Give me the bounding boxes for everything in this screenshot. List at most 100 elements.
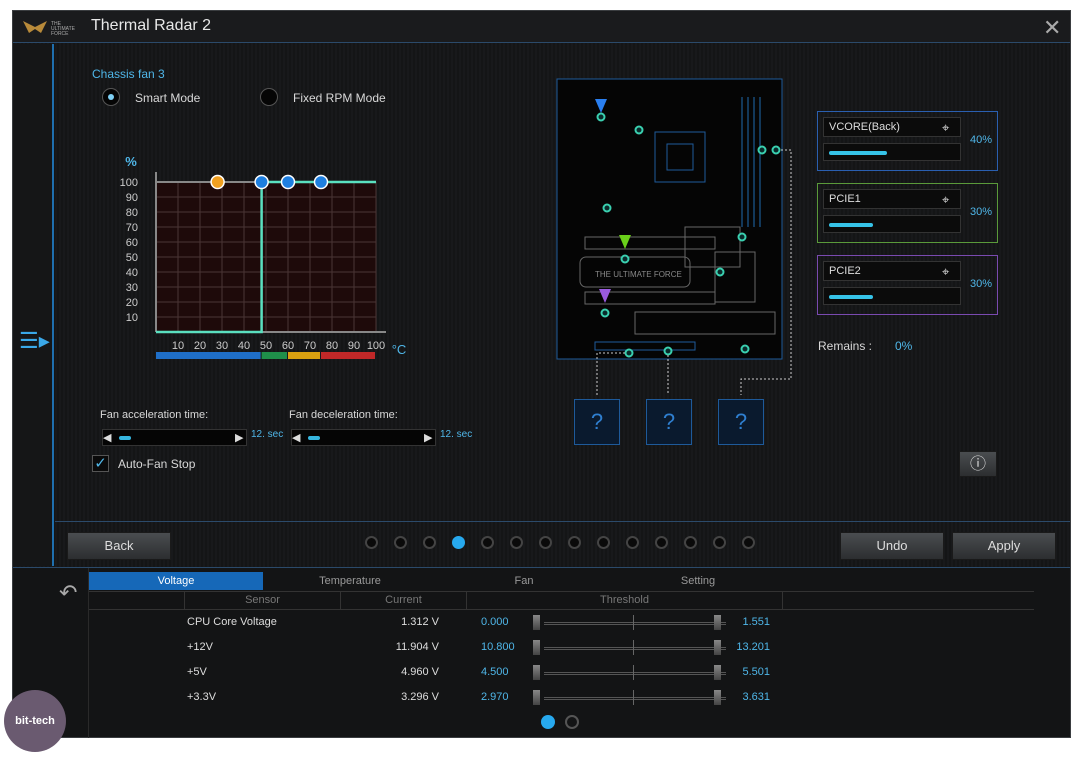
page-dot[interactable] [655,536,668,549]
fan-settings-panel: Chassis fan 3 Smart Mode Fixed RPM Mode … [55,44,1070,549]
threshold-track [544,622,726,625]
tab-voltage[interactable]: Voltage [89,572,263,590]
target-icon[interactable]: ⌖ [942,120,949,136]
monitor-page-dot-1[interactable] [541,715,555,729]
page-dot[interactable] [365,536,378,549]
motherboard-diagram: THE ULTIMATE FORCE [556,78,792,395]
fixed-rpm-label: Fixed RPM Mode [293,91,386,105]
curve-point[interactable] [254,174,269,190]
threshold-max-handle[interactable] [714,640,721,655]
x-tick-label: 50 [260,340,272,352]
page-dot[interactable] [684,536,697,549]
heat-source-name[interactable]: PCIE2 [823,261,961,281]
threshold-max-handle[interactable] [714,665,721,680]
temperature-zone [156,352,261,359]
curve-point[interactable] [313,174,329,190]
heat-source-name[interactable]: VCORE(Back) [823,117,961,137]
page-dot[interactable] [510,536,523,549]
accel-value: 12. sec [251,429,284,440]
target-icon[interactable]: ⌖ [942,264,949,280]
page-dot[interactable] [713,536,726,549]
title-bar: THE ULTIMATE FORCE Thermal Radar 2 ✕ [13,11,1070,43]
page-dot[interactable] [394,536,407,549]
page-dot[interactable] [626,536,639,549]
menu-expand-icon[interactable]: ☰▸ [19,328,50,354]
x-tick-label: 60 [282,340,294,352]
target-icon[interactable]: ⌖ [942,192,949,208]
sensor-name: +5V [187,666,207,678]
close-icon[interactable]: ✕ [1043,15,1061,41]
undo-button[interactable]: Undo [840,532,944,560]
heat-source-percent: 30% [970,278,993,290]
info-button[interactable]: ⓘ [959,451,997,477]
x-tick-label: 30 [216,340,228,352]
sensor-name: CPU Core Voltage [187,616,277,628]
auto-fan-stop-label: Auto-Fan Stop [118,457,196,471]
temperature-zone [261,352,287,359]
page-dot[interactable] [597,536,610,549]
table-row: +3.3V 3.296 V 2.970 3.631 [89,686,989,711]
unknown-device-3-icon[interactable]: ? [718,399,764,445]
x-tick-label: 90 [348,340,360,352]
y-axis-label: % [125,154,137,169]
unknown-device-2-icon[interactable]: ? [646,399,692,445]
smart-mode-radio[interactable] [102,88,120,106]
curve-point[interactable] [280,174,296,190]
fan-name: Chassis fan 3 [92,67,165,81]
threshold-min-handle[interactable] [533,665,540,680]
x-tick-label: 80 [326,340,338,352]
threshold-min: 4.500 [481,666,509,678]
y-tick-label: 30 [126,282,138,294]
monitor-page-dot-2[interactable] [565,715,579,729]
heat-source-weight-slider[interactable] [823,287,961,305]
heat-source-name[interactable]: PCIE1 [823,189,961,209]
heat-source-weight-slider[interactable] [823,215,961,233]
watermark-logo: bit-tech [4,690,66,752]
threshold-track [544,672,726,675]
threshold-min: 10.800 [481,641,515,653]
sensor-name: +3.3V [187,691,217,703]
heat-source-box: PCIE2 ⌖ 30% [817,255,998,315]
page-dot[interactable] [423,536,436,549]
tab-setting[interactable]: Setting [611,572,785,590]
fixed-rpm-radio[interactable] [260,88,278,106]
page-dot[interactable] [742,536,755,549]
heat-source-weight-slider[interactable] [823,143,961,161]
tab-temperature[interactable]: Temperature [263,572,437,590]
threshold-min-handle[interactable] [533,640,540,655]
column-sensor: Sensor [184,592,341,609]
threshold-max-handle[interactable] [714,690,721,705]
threshold-max-handle[interactable] [714,615,721,630]
monitor-table: Voltage Temperature Fan Setting Sensor C… [88,568,1034,738]
page-dot[interactable] [539,536,552,549]
x-tick-label: 70 [304,340,316,352]
sensor-name: +12V [187,641,213,653]
page-dot[interactable] [452,536,465,549]
apply-button[interactable]: Apply [952,532,1056,560]
back-button[interactable]: Back [67,532,171,560]
auto-fan-stop-checkbox[interactable]: ✓ [92,455,109,472]
tab-fan[interactable]: Fan [437,572,611,590]
current-value: 4.960 V [401,666,439,678]
table-row: +12V 11.904 V 10.800 13.201 [89,636,989,661]
fan-curve-chart[interactable]: 10 20 30 40 50 60 70 80 90 100 10 20 30 40 50 60 70 80 90 1… [105,114,425,394]
heat-source-percent: 30% [970,206,993,218]
y-tick-label: 90 [126,192,138,204]
threshold-min-handle[interactable] [533,615,540,630]
page-dot[interactable] [481,536,494,549]
y-tick-label: 10 [126,312,138,324]
unknown-device-1-icon[interactable]: ? [574,399,620,445]
decel-slider[interactable]: ◀ ▶ [291,429,436,446]
accel-slider[interactable]: ◀ ▶ [102,429,247,446]
page-dot[interactable] [568,536,581,549]
decel-label: Fan deceleration time: [289,409,398,421]
undo-arrow-icon[interactable]: ↶ [59,580,77,606]
threshold-track [544,647,726,650]
curve-point[interactable] [210,174,225,190]
current-value: 1.312 V [401,616,439,628]
x-axis-label: °C [392,342,407,357]
temperature-zone [321,352,375,359]
x-tick-label: 40 [238,340,250,352]
table-row: +5V 4.960 V 4.500 5.501 [89,661,989,686]
threshold-min-handle[interactable] [533,690,540,705]
